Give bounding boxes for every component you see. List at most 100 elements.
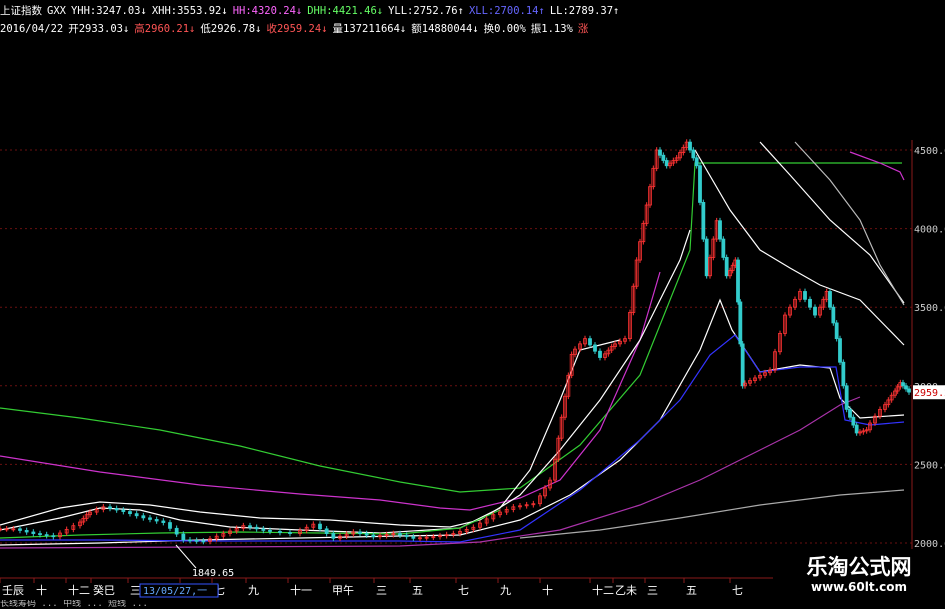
candle-body xyxy=(44,534,49,537)
candle-body xyxy=(658,149,662,156)
price-axis: 4500.004000.003500.003000.002500.002000.… xyxy=(911,140,945,578)
candle-body xyxy=(738,301,743,345)
candle-body xyxy=(688,141,692,151)
candle-body xyxy=(854,424,859,434)
candle-body xyxy=(701,201,706,240)
x-tick-label: 三 xyxy=(647,584,658,597)
ohlc-value-2: 高2960.21↓ xyxy=(134,23,196,35)
x-tick-label: 十二 xyxy=(68,583,90,597)
candle-body xyxy=(248,525,252,528)
ohlc-value-5: 量137211664↓ xyxy=(332,23,407,35)
moving-average-lines xyxy=(0,141,905,549)
candle-body xyxy=(38,533,42,536)
candle-body xyxy=(364,533,369,536)
indicator-value-6: YLL:2752.76↑ xyxy=(388,5,464,17)
candle-body xyxy=(268,530,272,532)
x-tick-label: 七 xyxy=(732,584,743,597)
candle-body xyxy=(148,517,152,520)
ohlc-value-1: 开2933.03↓ xyxy=(68,23,130,35)
y-tick-label: 3500.00 xyxy=(914,303,945,314)
candle-body xyxy=(813,306,817,316)
candle-body xyxy=(828,291,832,308)
candlestick-series xyxy=(0,139,911,545)
candle-body xyxy=(128,511,132,515)
candle-body xyxy=(114,508,119,511)
x-tick-label: 七 xyxy=(458,584,469,597)
candle-body xyxy=(18,528,22,531)
x-tick-label: 十 xyxy=(542,583,553,597)
candle-body xyxy=(194,539,199,542)
candle-body xyxy=(278,531,282,533)
candle-body xyxy=(588,338,592,346)
candle-body xyxy=(288,532,292,534)
candle-body xyxy=(844,385,849,410)
ohlc-value-0: 2016/04/22 xyxy=(0,23,64,35)
candle-body xyxy=(724,257,729,277)
ohlc-value-4: 收2959.24↓ xyxy=(266,23,328,35)
indicator-header-row: 上证指数 GXX YHH:3247.03↓ XHH:3553.92↓ HH:4320.2… xyxy=(0,4,624,18)
x-tick-label: 十一 xyxy=(290,583,312,597)
x-tick-label: 乙未 xyxy=(615,584,637,597)
ma-line xyxy=(849,151,905,181)
candle-body xyxy=(358,531,362,534)
candle-body xyxy=(398,533,402,536)
x-tick-label: 五 xyxy=(686,584,697,597)
x-tick-label: 五 xyxy=(412,584,423,597)
x-tick-label: 壬辰 xyxy=(2,584,24,597)
indicator-strip: 长线筹码 ... 中线 ... 短线 ... xyxy=(0,600,148,609)
candle-body xyxy=(141,515,146,519)
candle-body xyxy=(593,344,597,352)
candle-body xyxy=(808,298,812,308)
chart-annotations: 1849.65 xyxy=(175,544,234,579)
candle-body xyxy=(698,165,702,203)
x-tick-label: 三 xyxy=(376,584,387,597)
kline-chart[interactable]: 4500.004000.003500.003000.002500.002000.… xyxy=(0,0,945,609)
candle-body xyxy=(661,154,666,161)
x-tick-label: 十二 xyxy=(592,583,614,597)
candle-body xyxy=(168,522,172,529)
candle-body xyxy=(404,534,409,538)
low-point-leader xyxy=(175,544,197,569)
watermark-title: 乐淘公式网 xyxy=(806,555,912,579)
candle-body xyxy=(24,530,29,533)
candle-body xyxy=(901,382,905,387)
candle-body xyxy=(841,361,846,387)
x-tick-label: 九 xyxy=(248,584,259,597)
x-tick-label: 甲午 xyxy=(332,584,354,597)
candle-body xyxy=(691,149,696,159)
ohlc-header-row: 2016/04/22 开2933.03↓ 高2960.21↓ 低2926.78↓ 收29… xyxy=(0,22,593,36)
indicator-value-1: GXX xyxy=(47,5,66,17)
ma-line xyxy=(0,334,905,543)
y-tick-label: 2500.00 xyxy=(914,460,945,471)
ma-line xyxy=(759,141,905,304)
indicator-value-0: 上证指数 xyxy=(0,5,42,17)
ma-line xyxy=(0,229,691,528)
candle-body xyxy=(181,533,186,541)
ma-line xyxy=(0,396,861,549)
cursor-date-label: 13/05/27,一 xyxy=(143,586,207,597)
candle-body xyxy=(834,322,839,340)
candle-body xyxy=(411,536,416,539)
ma-line xyxy=(0,162,902,493)
low-point-label: 1849.65 xyxy=(192,568,234,579)
y-tick-label: 4000.00 xyxy=(914,225,945,236)
candle-body xyxy=(803,291,807,300)
candle-body xyxy=(108,506,112,509)
x-tick-label: 癸巳 xyxy=(93,583,115,597)
watermark-url: www.60lt.com xyxy=(810,580,908,594)
candle-body xyxy=(174,527,179,535)
ohlc-value-9: 涨 xyxy=(577,23,589,35)
candle-body xyxy=(161,520,166,523)
ma-line xyxy=(519,489,905,539)
candle-body xyxy=(848,408,852,418)
candle-body xyxy=(718,220,722,240)
candle-body xyxy=(904,385,908,390)
candle-body xyxy=(740,343,745,387)
candle-body xyxy=(324,528,329,534)
ohlc-value-7: 换0.00% xyxy=(483,23,526,35)
ohlc-value-8: 振1.13% xyxy=(530,23,573,35)
x-tick-label: 十 xyxy=(36,583,47,597)
candle-body xyxy=(188,539,192,542)
candle-body xyxy=(907,388,911,393)
candle-body xyxy=(371,534,376,538)
